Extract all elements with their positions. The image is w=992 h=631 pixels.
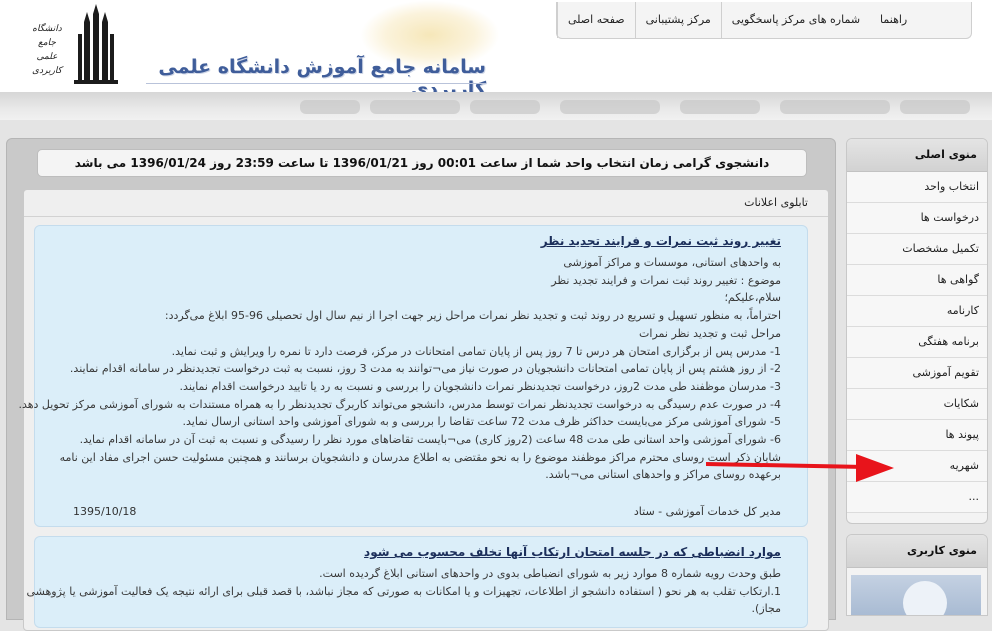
menu-item-academic-calendar[interactable]: تقویم آموزشی [847,358,987,389]
news-line: 3- مدرسان موظفند طی مدت 2روز، درخواست تج… [179,379,781,393]
news-line: احتراماً، به منظور تسهیل و تسریع در روند… [164,309,781,323]
blurred-text [300,100,360,114]
user-menu: منوی کاربری [846,534,988,616]
main-panel: دانشجوی گرامی زمان انتخاب واحد شما از سا… [6,138,836,631]
news-line: مراحل ثبت و تجدید نظر نمرات [639,326,781,340]
news-line: 6- شورای آموزشی واحد استانی طی مدت 48 سا… [79,433,781,447]
blurred-text [370,100,460,114]
news-line: شایان ذکر است روسای محترم مراکز موظفند م… [59,450,781,464]
university-logo: دانشگاه جامع علمی کاربردی [22,4,122,88]
news-line: موضوع : تغییر روند ثبت نمرات و فرایند تج… [551,273,781,287]
avatar-placeholder-icon [903,581,947,615]
blurred-text [900,100,970,114]
main-menu-title: منوی اصلی [847,139,987,172]
menu-item-complete-profile[interactable]: تکمیل مشخصات [847,234,987,265]
menu-item-more[interactable]: ... [847,482,987,513]
board-divider [24,216,828,217]
news-line: برعهده روسای مراکز و واحدهای استانی می¬ب… [545,468,781,482]
menu-item-transcript[interactable]: کارنامه [847,296,987,327]
nav-support-center[interactable]: مرکز پشتیبانی [634,2,721,38]
news-item: تغییر روند ثبت نمرات و فرایند تجدید نظر … [18,225,808,527]
news-item: موارد انضباطی که در جلسه امتحان ارتکاب آ… [26,536,808,628]
news-line: 5- شورای آموزشی مرکز می‌بایست حداکثر ظرف… [182,415,781,429]
news-line: طبق وحدت رویه شماره 8 موارد زیر به شورای… [319,567,781,580]
news-line: 4- در صورت عدم رسیدگی به درخواست تجدیدنظ… [18,397,781,411]
nav-home[interactable]: صفحه اصلی [557,2,635,38]
menu-item-weekly-schedule[interactable]: برنامه هفتگی [847,327,987,358]
board-title: تابلوی اعلانات [744,196,808,209]
enrollment-notice: دانشجوی گرامی زمان انتخاب واحد شما از سا… [37,149,807,177]
nav-helpdesk-numbers[interactable]: شماره های مرکز پاسخگویی [720,2,870,38]
menu-item-requests[interactable]: درخواست ها [847,203,987,234]
menu-item-certificates[interactable]: گواهی ها [847,265,987,296]
nav-help[interactable]: راهنما [870,2,917,38]
site-title: سامانه جامع آموزش دانشگاه علمی کاربردی [158,56,486,92]
blurred-text [780,100,890,114]
user-avatar [851,575,981,615]
logo-text-line: علمی کاربردی [32,52,62,76]
news-title[interactable]: موارد انضباطی که در جلسه امتحان ارتکاب آ… [364,545,781,559]
news-line: 2- از روز هشتم پس از پایان تمامی امتحانا… [69,362,781,376]
logo-text-line: دانشگاه جامع [32,24,62,48]
news-body: طبق وحدت رویه شماره 8 موارد زیر به شورای… [26,565,782,618]
menu-item-complaints[interactable]: شکایات [847,389,987,420]
blurred-text [560,100,660,114]
red-arrow-icon [706,454,894,482]
blurred-text [680,100,760,114]
menu-item-links[interactable]: پیوند ها [847,420,987,451]
announcement-board: تابلوی اعلانات تغییر روند ثبت نمرات و فر… [18,189,829,631]
news-date: 1395/10/18 [73,505,137,518]
news-line: سلام،علیکم؛ [724,291,781,305]
news-line: به واحدهای استانی، موسسات و مراکز آموزشی [563,256,781,269]
user-menu-title: منوی کاربری [847,535,987,568]
news-signature: مدیر کل خدمات آموزشی - ستاد [633,505,781,518]
news-line: 1.ارتکاب تقلب به هر نحو ( استفاده دانشجو… [26,584,782,598]
news-line: مجاز). [751,602,781,616]
menu-item-course-selection[interactable]: انتخاب واحد [847,172,987,203]
blurred-text [470,100,540,114]
news-line: 1- مدرس پس از برگزاری امتحان هر درس تا 7… [171,344,781,358]
header-band [0,92,992,120]
news-title[interactable]: تغییر روند ثبت نمرات و فرایند تجدید نظر [541,234,781,248]
site-header: دانشگاه جامع علمی کاربردی سامانه جامع آم… [0,0,992,92]
top-nav: صفحه اصلی مرکز پشتیبانی شماره های مرکز پ… [556,2,972,39]
news-body: به واحدهای استانی، موسسات و مراکز آموزشی… [18,254,781,484]
title-underline [146,83,486,84]
logo-text: دانشگاه جامع علمی کاربردی [22,22,72,78]
